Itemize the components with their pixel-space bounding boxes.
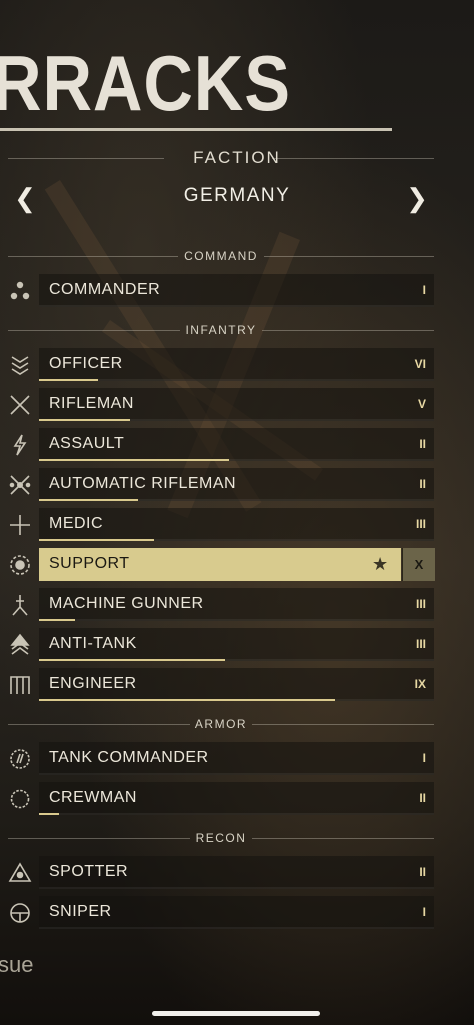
commander-icon [8, 279, 34, 303]
rank-badge: V [417, 397, 426, 411]
xp-progress-bar [39, 699, 335, 701]
support-icon [8, 553, 34, 577]
rank-badge: X [402, 548, 435, 581]
role-row-spotter[interactable]: SPOTTER II [0, 854, 474, 890]
page-title: RRACKS [0, 39, 291, 127]
tank-commander-icon [8, 747, 34, 771]
rank-badge: I [422, 905, 426, 919]
role-label: AUTOMATIC RIFLEMAN [49, 475, 237, 492]
continue-button[interactable]: sue [0, 952, 33, 978]
role-label: CREWMAN [49, 789, 137, 806]
role-label: SUPPORT [49, 555, 130, 572]
xp-progress-bar [39, 619, 75, 621]
rank-badge: I [422, 283, 426, 297]
section-header-infantry: INFANTRY [8, 320, 434, 340]
rank-badge: III [415, 517, 426, 531]
role-row-anti-tank[interactable]: ANTI-TANK III [0, 626, 474, 662]
role-label: SNIPER [49, 903, 112, 920]
xp-progress-bar [39, 459, 229, 461]
machine-gunner-icon [8, 593, 34, 617]
rank-badge: II [419, 865, 426, 879]
role-label: ANTI-TANK [49, 635, 137, 652]
title-underline [0, 128, 392, 131]
section-header-recon: RECON [8, 828, 434, 848]
role-row-machine-gunner[interactable]: MACHINE GUNNER III [0, 586, 474, 622]
role-row-support[interactable]: SUPPORT ★ X [0, 546, 474, 582]
rank-badge: IX [414, 677, 426, 691]
role-label: SPOTTER [49, 863, 129, 880]
sniper-icon [8, 901, 34, 925]
rank-badge: VI [414, 357, 426, 371]
rank-badge: I [422, 751, 426, 765]
rank-badge: III [415, 637, 426, 651]
role-row-sniper[interactable]: SNIPER I [0, 894, 474, 930]
faction-label: FACTION [193, 148, 281, 167]
role-row-engineer[interactable]: ENGINEER IX [0, 666, 474, 702]
spotter-icon [8, 861, 34, 885]
role-label: RIFLEMAN [49, 395, 134, 412]
role-row-automatic-rifleman[interactable]: AUTOMATIC RIFLEMAN II [0, 466, 474, 502]
automatic-rifleman-icon [8, 473, 34, 497]
xp-progress-bar [39, 539, 154, 541]
rank-badge: II [419, 437, 426, 451]
assault-icon [8, 433, 34, 457]
star-icon[interactable]: ★ [372, 554, 388, 575]
rifleman-icon [8, 393, 34, 417]
role-row-commander[interactable]: COMMANDER I [0, 272, 474, 308]
xp-progress-bar [39, 659, 225, 661]
role-row-tank-commander[interactable]: TANK COMMANDER I [0, 740, 474, 776]
medic-icon [8, 513, 34, 537]
rank-badge: III [415, 597, 426, 611]
role-row-medic[interactable]: MEDIC III [0, 506, 474, 542]
role-label: MACHINE GUNNER [49, 595, 204, 612]
role-row-rifleman[interactable]: RIFLEMAN V [0, 386, 474, 422]
officer-icon [8, 353, 34, 377]
xp-progress-bar [39, 379, 98, 381]
engineer-icon [8, 673, 34, 697]
faction-selector: ❮ GERMANY ❯ [0, 180, 474, 216]
xp-progress-bar [39, 813, 59, 815]
role-label: MEDIC [49, 515, 104, 532]
role-label: OFFICER [49, 355, 123, 372]
crewman-icon [8, 787, 34, 811]
section-header-command: COMMAND [8, 246, 434, 266]
role-row-assault[interactable]: ASSAULT II [0, 426, 474, 462]
role-label: TANK COMMANDER [49, 749, 209, 766]
section-header-armor: ARMOR [8, 714, 434, 734]
role-label: COMMANDER [49, 281, 161, 298]
xp-progress-bar [39, 499, 138, 501]
role-row-officer[interactable]: OFFICER VI [0, 346, 474, 382]
anti-tank-icon [8, 633, 34, 657]
home-indicator[interactable] [152, 1011, 320, 1016]
rank-badge: II [419, 477, 426, 491]
role-label: ASSAULT [49, 435, 125, 452]
rank-badge: II [419, 791, 426, 805]
chevron-right-icon[interactable]: ❯ [402, 180, 432, 216]
xp-progress-bar [39, 419, 130, 421]
role-row-crewman[interactable]: CREWMAN II [0, 780, 474, 816]
role-label: ENGINEER [49, 675, 137, 692]
